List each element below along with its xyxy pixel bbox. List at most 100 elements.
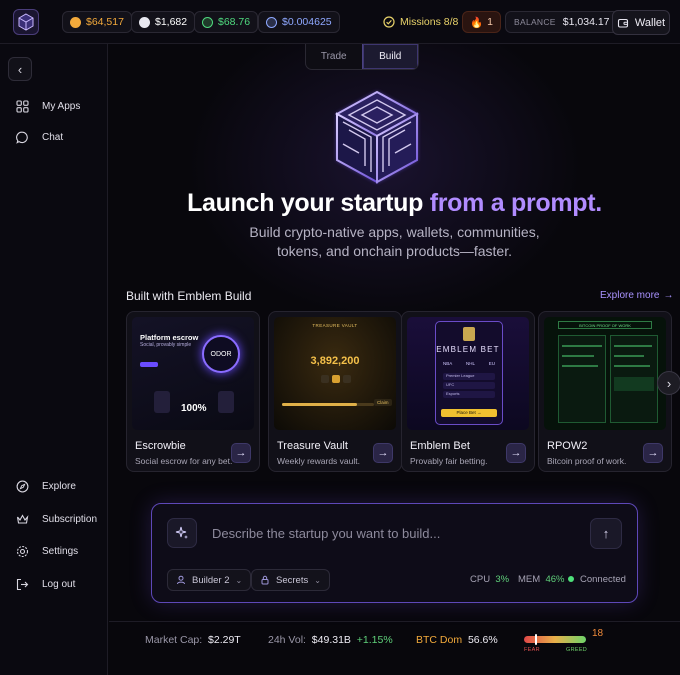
tab-build[interactable]: Build (361, 44, 418, 69)
sidebar-item-subscription[interactable]: Subscription (16, 513, 97, 526)
gear-icon (16, 545, 29, 558)
card-title: Emblem Bet (410, 440, 470, 452)
sidebar-item-logout[interactable]: Log out (16, 578, 75, 591)
carousel-next-button[interactable]: › (657, 371, 680, 395)
headline-main: Launch your startup (187, 189, 430, 217)
missions-label: Missions 8/8 (400, 16, 459, 28)
thumb-progress (282, 403, 374, 406)
missions-indicator[interactable]: Missions 8/8 (377, 11, 464, 33)
top-bar: $64,517 $1,682 $68.76 $0.004625 Missions… (0, 0, 680, 44)
explore-more-link[interactable]: Explore more → (600, 290, 673, 301)
thumb-badge: ODOR (202, 335, 240, 373)
crown-icon (16, 514, 29, 524)
send-button[interactable]: ↑ (590, 518, 622, 549)
balance-value: $1,034.17 (562, 16, 610, 28)
chevron-down-icon: ⌄ (235, 575, 243, 585)
thumb-panel (558, 335, 606, 423)
status-dot-icon (568, 576, 574, 583)
prompt-box: ↑ Builder 2 ⌄ Secrets ⌄ CPU 3% MEM 46% (151, 503, 638, 603)
showcase-card-escrowbie[interactable]: Platform escrow Social, provably simple … (126, 311, 260, 472)
logout-icon (16, 578, 29, 591)
tab-trade[interactable]: Trade (306, 44, 362, 69)
ticker-btc[interactable]: $64,517 (62, 11, 132, 33)
subtitle-line-2: tokens, and onchain products—faster. (276, 243, 513, 259)
arrow-right-icon: → (235, 447, 247, 459)
card-thumbnail: TREASURE VAULT 3,892,200 Claim (274, 317, 396, 430)
market-cap-label: Market Cap: (145, 634, 203, 646)
thumb-badge-label: ODOR (210, 350, 232, 358)
open-card-button[interactable]: → (643, 443, 663, 463)
sidebar-item-label: Chat (42, 132, 64, 143)
secrets-select[interactable]: Secrets ⌄ (251, 569, 330, 591)
open-card-button[interactable]: → (373, 443, 393, 463)
sparkle-button[interactable] (167, 518, 197, 548)
wallet-label: Wallet (634, 16, 666, 29)
ticker-usdt-value: $68.76 (218, 16, 251, 28)
sidebar-item-settings[interactable]: Settings (16, 545, 78, 558)
sidebar-item-my-apps[interactable]: My Apps (16, 100, 80, 113)
ticker-usdt[interactable]: $68.76 (194, 11, 259, 33)
showcase-card-treasure-vault[interactable]: TREASURE VAULT 3,892,200 Claim Treasure … (268, 311, 402, 472)
flame-icon: 🔥 (470, 16, 484, 29)
chat-icon (16, 131, 28, 144)
thumb-leagues: NBA NHL EU (443, 361, 495, 366)
card-title: Treasure Vault (277, 440, 348, 452)
arrow-right-icon: → (510, 447, 522, 459)
arrow-right-icon: → (647, 447, 659, 459)
prompt-input[interactable] (212, 520, 572, 546)
showcase-card-rpow2[interactable]: BITCOIN PROOF OF WORK RPOW2 Bitcoin proo… (538, 311, 672, 472)
thumb-button: Claim (374, 399, 392, 406)
streak-badge[interactable]: 🔥 1 (462, 11, 501, 33)
builder-select[interactable]: Builder 2 ⌄ (167, 569, 252, 591)
volume-label: 24h Vol: (268, 634, 306, 646)
open-card-button[interactable]: → (506, 443, 526, 463)
hero-headline: Launch your startup from a prompt. (109, 189, 680, 218)
token-icon (266, 16, 277, 28)
card-description: Provably fair betting. (410, 456, 488, 466)
open-card-button[interactable]: → (231, 443, 251, 463)
greed-label: GREED (566, 647, 588, 653)
card-description: Bitcoin proof of work. (547, 456, 627, 466)
thumb-heading: BITCOIN PROOF OF WORK (558, 321, 652, 329)
thumb-subheading: Social, provably simple (140, 342, 192, 348)
ticker-btc-value: $64,517 (86, 16, 124, 28)
showcase-card-emblem-bet[interactable]: EMBLEM BET NBA NHL EU Premier League UFC… (401, 311, 535, 472)
sparkle-icon (175, 526, 188, 539)
stablecoin-icon (202, 16, 213, 28)
mode-tabs: Trade Build (305, 44, 419, 70)
thumb-heading: Platform escrow (140, 333, 199, 342)
sidebar-item-label: Log out (42, 579, 76, 590)
chevron-down-icon: ⌄ (314, 575, 321, 585)
hero-subtitle: Build crypto-native apps, wallets, commu… (109, 223, 680, 261)
market-cap-value: $2.29T (208, 634, 241, 646)
fear-greed-gauge: FEAR GREED (522, 634, 588, 656)
fear-label: FEAR (524, 647, 540, 653)
wallet-button[interactable]: Wallet (612, 10, 670, 35)
sidebar-item-chat[interactable]: Chat (16, 131, 63, 144)
collapse-sidebar-button[interactable]: ‹ (8, 57, 32, 81)
sidebar-item-label: Settings (42, 546, 79, 557)
arrow-up-icon: ↑ (602, 526, 610, 541)
ethereum-icon (139, 16, 150, 28)
sidebar-item-label: My Apps (42, 101, 81, 112)
thumb-row: Premier League (443, 373, 495, 380)
volume-change: +1.15% (356, 634, 393, 646)
chevron-left-icon: ‹ (17, 61, 23, 77)
compass-icon (16, 480, 29, 493)
cpu-label: CPU (470, 574, 491, 585)
ticker-eth[interactable]: $1,682 (131, 11, 196, 33)
thumb-heading: TREASURE VAULT (312, 323, 358, 328)
app-logo[interactable] (13, 9, 39, 35)
arrow-right-icon: → (663, 290, 674, 301)
mem-value: 46% (545, 574, 565, 585)
fear-greed-marker (535, 634, 538, 645)
thumb-avatar (154, 391, 170, 413)
card-title: RPOW2 (547, 440, 588, 452)
ticker-token[interactable]: $0.004625 (258, 11, 340, 33)
sidebar-item-explore[interactable]: Explore (16, 480, 76, 493)
btc-dominance-value: 56.6% (467, 634, 498, 646)
card-thumbnail: EMBLEM BET NBA NHL EU Premier League UFC… (407, 317, 529, 430)
thumb-avatar (218, 391, 234, 413)
chevron-right-icon: › (666, 375, 672, 391)
card-description: Weekly rewards vault. (277, 456, 360, 466)
